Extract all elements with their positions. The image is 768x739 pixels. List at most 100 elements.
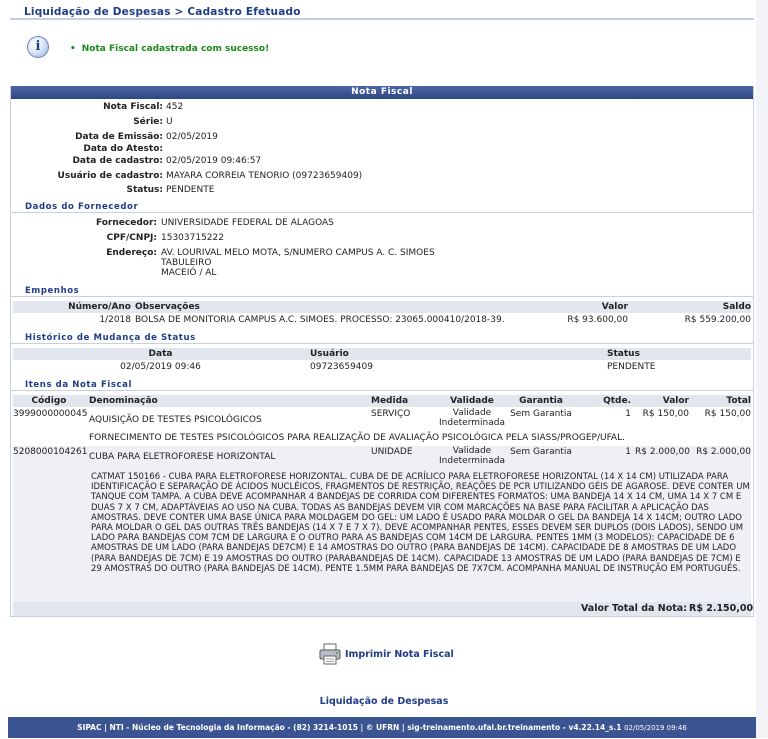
col-denominacao: Denominação bbox=[89, 396, 158, 406]
field-usuario: Usuário de cadastro: MAYARA CORREIA TENO… bbox=[11, 170, 753, 182]
col-numero-ano: Número/Ano bbox=[68, 302, 131, 312]
col-codigo: Código bbox=[31, 396, 67, 406]
label-atesto: Data do Atesto: bbox=[83, 144, 163, 154]
item-codigo: 5208000104261 bbox=[13, 447, 88, 457]
empenho-obs: BOLSA DE MONITORIA CAMPUS A.C. SIMOES. P… bbox=[135, 315, 505, 325]
item-validade-1: Validade bbox=[452, 408, 492, 418]
label-cadastro: Data de cadastro: bbox=[72, 156, 163, 166]
value-fornecedor: UNIVERSIDADE FEDERAL DE ALAGOAS bbox=[161, 218, 334, 228]
value-emissao: 02/05/2019 bbox=[166, 132, 218, 142]
historico-data: 02/05/2019 09:46 bbox=[120, 362, 201, 372]
value-endereco-3: MACEIÓ / AL bbox=[161, 268, 217, 278]
value-cadastro: 02/05/2019 09:46:57 bbox=[166, 156, 262, 166]
total-bar: Valor Total da Nota: R$ 2.150,00 bbox=[13, 602, 754, 616]
table-row: 1/2018 BOLSA DE MONITORIA CAMPUS A.C. SI… bbox=[13, 314, 751, 326]
col-data: Data bbox=[148, 349, 173, 359]
page-margin bbox=[756, 0, 768, 738]
item-denominacao: CUBA PARA ELETROFORESE HORIZONTAL bbox=[89, 452, 276, 462]
total-value: R$ 2.150,00 bbox=[689, 603, 754, 614]
section-fornecedor: Dados do Fornecedor bbox=[11, 201, 753, 213]
col-usuario: Usuário bbox=[310, 349, 349, 359]
field-fornecedor: Fornecedor: UNIVERSIDADE FEDERAL DE ALAG… bbox=[11, 217, 753, 229]
item-garantia: Sem Garantia bbox=[510, 447, 572, 457]
col-valor: Valor bbox=[601, 302, 628, 312]
col-qtde: Qtde. bbox=[603, 396, 631, 406]
label-usuario: Usuário de cadastro: bbox=[57, 171, 163, 181]
field-emissao: Data de Emissão: 02/05/2019 bbox=[11, 131, 753, 143]
value-numero: 452 bbox=[166, 102, 184, 112]
value-status: PENDENTE bbox=[166, 185, 215, 195]
success-message: Nota Fiscal cadastrada com sucesso! bbox=[70, 44, 269, 54]
table-row: CATMAT 150166 - CUBA PARA ELETROFORESE H… bbox=[13, 470, 751, 602]
nota-fiscal-panel: Nota Fiscal Nota Fiscal: 452 Série: U Da… bbox=[10, 86, 754, 617]
breadcrumb: Liquidação de Despesas > Cadastro Efetua… bbox=[10, 0, 754, 20]
item-total: R$ 2.000,00 bbox=[696, 447, 751, 457]
field-numero: Nota Fiscal: 452 bbox=[11, 101, 753, 113]
col-saldo: Saldo bbox=[722, 302, 751, 312]
back-link[interactable]: Liquidação de Despesas bbox=[0, 696, 768, 707]
section-itens: Itens da Nota Fiscal bbox=[11, 379, 753, 391]
page: Liquidação de Despesas > Cadastro Efetua… bbox=[0, 0, 768, 738]
label-endereco: Endereço: bbox=[106, 248, 157, 258]
section-empenhos: Empenhos bbox=[11, 285, 753, 297]
empenho-saldo: R$ 559.200,00 bbox=[684, 315, 751, 325]
label-status: Status: bbox=[126, 185, 163, 195]
label-cpf: CPF/CNPJ: bbox=[106, 233, 157, 243]
itens-header: Código Denominação Medida Validade Garan… bbox=[13, 395, 751, 407]
field-cadastro: Data de cadastro: 02/05/2019 09:46:57 bbox=[11, 155, 753, 167]
table-row: FORNECIMENTO DE TESTES PSICOLÓGICOS PARA… bbox=[13, 432, 751, 444]
historico-status: PENDENTE bbox=[607, 362, 656, 372]
historico-usuario: 09723659409 bbox=[310, 362, 373, 372]
printer-icon[interactable] bbox=[318, 642, 342, 666]
label-serie: Série: bbox=[133, 117, 163, 127]
table-row: 5208000104261 CUBA PARA ELETROFORESE HOR… bbox=[13, 446, 751, 470]
print-button[interactable]: Imprimir Nota Fiscal bbox=[345, 649, 454, 660]
item-validade-1: Validade bbox=[452, 446, 492, 456]
footer: SIPAC | NTI - Núcleo de Tecnologia da In… bbox=[8, 717, 756, 738]
col-status: Status bbox=[607, 349, 640, 359]
panel-title: Nota Fiscal bbox=[11, 86, 753, 99]
footer-timestamp: 02/05/2019 09:46 bbox=[624, 724, 687, 732]
item-qtde: 1 bbox=[625, 409, 631, 419]
label-numero: Nota Fiscal: bbox=[103, 102, 163, 112]
section-historico: Histórico de Mudança de Status bbox=[11, 332, 753, 344]
item-medida: UNIDADE bbox=[371, 447, 413, 457]
field-cpf: CPF/CNPJ: 15303715222 bbox=[11, 232, 753, 244]
historico-header: Data Usuário Status bbox=[13, 348, 751, 360]
field-serie: Série: U bbox=[11, 116, 753, 128]
item-total: R$ 150,00 bbox=[704, 409, 751, 419]
item-descricao: FORNECIMENTO DE TESTES PSICOLÓGICOS PARA… bbox=[89, 433, 625, 443]
item-valor: R$ 2.000,00 bbox=[635, 447, 690, 457]
value-usuario: MAYARA CORREIA TENORIO (09723659409) bbox=[166, 171, 363, 181]
item-denominacao: AQUISIÇÃO DE TESTES PSICOLÓGICOS bbox=[89, 415, 262, 425]
total-label: Valor Total da Nota: bbox=[580, 603, 687, 614]
empenho-numero: 1/2018 bbox=[99, 315, 131, 325]
item-codigo: 3999000000045 bbox=[13, 409, 88, 419]
item-valor: R$ 150,00 bbox=[642, 409, 689, 419]
print-action[interactable]: Imprimir Nota Fiscal bbox=[318, 642, 458, 668]
table-row: 02/05/2019 09:46 09723659409 PENDENTE bbox=[13, 361, 751, 373]
col-medida: Medida bbox=[371, 396, 409, 406]
col-validade: Validade bbox=[450, 396, 494, 406]
value-serie: U bbox=[166, 117, 173, 127]
item-garantia: Sem Garantia bbox=[510, 409, 572, 419]
item-validade-2: Indeterminada bbox=[439, 418, 505, 428]
value-cpf: 15303715222 bbox=[161, 233, 224, 243]
item-qtde: 1 bbox=[625, 447, 631, 457]
item-medida: SERVIÇO bbox=[371, 409, 411, 419]
empenhos-header: Número/Ano Observações Valor Saldo bbox=[13, 301, 751, 313]
success-message-box: i Nota Fiscal cadastrada com sucesso! bbox=[10, 30, 754, 66]
col-total: Total bbox=[726, 396, 751, 406]
footer-text: SIPAC | NTI - Núcleo de Tecnologia da In… bbox=[77, 723, 622, 732]
field-endereco: Endereço: AV. LOURIVAL MELO MOTA, S/NUME… bbox=[11, 247, 753, 283]
col-garantia: Garantia bbox=[519, 396, 563, 406]
info-icon: i bbox=[27, 36, 49, 58]
label-fornecedor: Fornecedor: bbox=[95, 218, 157, 228]
col-valor-item: Valor bbox=[662, 396, 689, 406]
item-descricao: CATMAT 150166 - CUBA PARA ELETROFORESE H… bbox=[91, 472, 750, 574]
item-validade-2: Indeterminada bbox=[439, 456, 505, 466]
field-atesto: Data do Atesto: bbox=[11, 143, 753, 155]
label-emissao: Data de Emissão: bbox=[75, 132, 163, 142]
empenho-valor: R$ 93.600,00 bbox=[567, 315, 628, 325]
field-status: Status: PENDENTE bbox=[11, 184, 753, 196]
